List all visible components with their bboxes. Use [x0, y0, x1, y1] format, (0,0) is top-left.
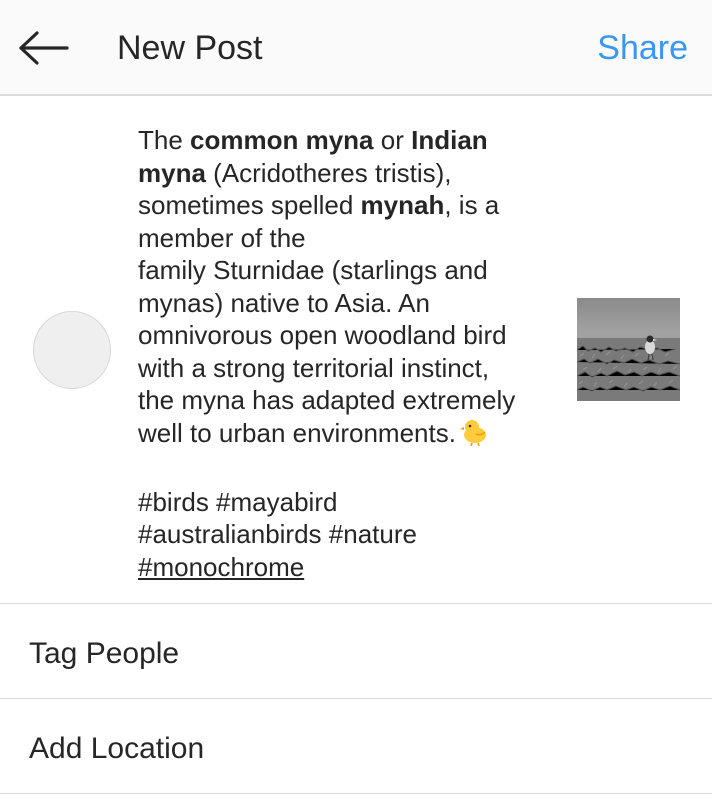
- photo-thumbnail[interactable]: [577, 298, 680, 401]
- hashtag-monochrome[interactable]: #monochrome: [138, 551, 558, 584]
- baby-chick-icon: [459, 418, 492, 454]
- caption-line: the myna has adapted extremely: [138, 385, 516, 415]
- page-title: New Post: [117, 29, 263, 67]
- caption-input[interactable]: The common myna or Indian myna (Acridoth…: [138, 124, 558, 583]
- compose-section: The common myna or Indian myna (Acridoth…: [0, 96, 712, 604]
- caption-line: omnivorous open woodland bird: [138, 320, 507, 350]
- caption-line: The common myna or Indian: [138, 125, 488, 155]
- caption-line: family Sturnidae (starlings and: [138, 255, 488, 285]
- add-location-row[interactable]: Add Location: [0, 699, 712, 794]
- add-location-label: Add Location: [29, 732, 205, 765]
- caption-line: sometimes spelled mynah, is a: [138, 190, 500, 220]
- arrow-left-icon: [19, 31, 69, 65]
- back-button[interactable]: [14, 22, 74, 74]
- hashtags-line: #australianbirds #nature: [138, 519, 417, 549]
- share-button[interactable]: Share: [597, 28, 688, 68]
- tag-people-label: Tag People: [29, 637, 180, 670]
- hashtags-line: #birds #mayabird: [138, 486, 338, 517]
- caption-line: mynas) native to Asia. An: [138, 287, 430, 318]
- caption-line: well to urban environments.: [138, 417, 558, 454]
- tag-people-row[interactable]: Tag People: [0, 604, 712, 699]
- caption-line: myna (Acridotheres tristis),: [138, 157, 452, 188]
- caption-line: member of the: [138, 222, 306, 253]
- top-bar: New Post Share: [0, 0, 712, 96]
- caption-line: with a strong territorial instinct,: [138, 352, 490, 383]
- avatar[interactable]: [33, 311, 111, 389]
